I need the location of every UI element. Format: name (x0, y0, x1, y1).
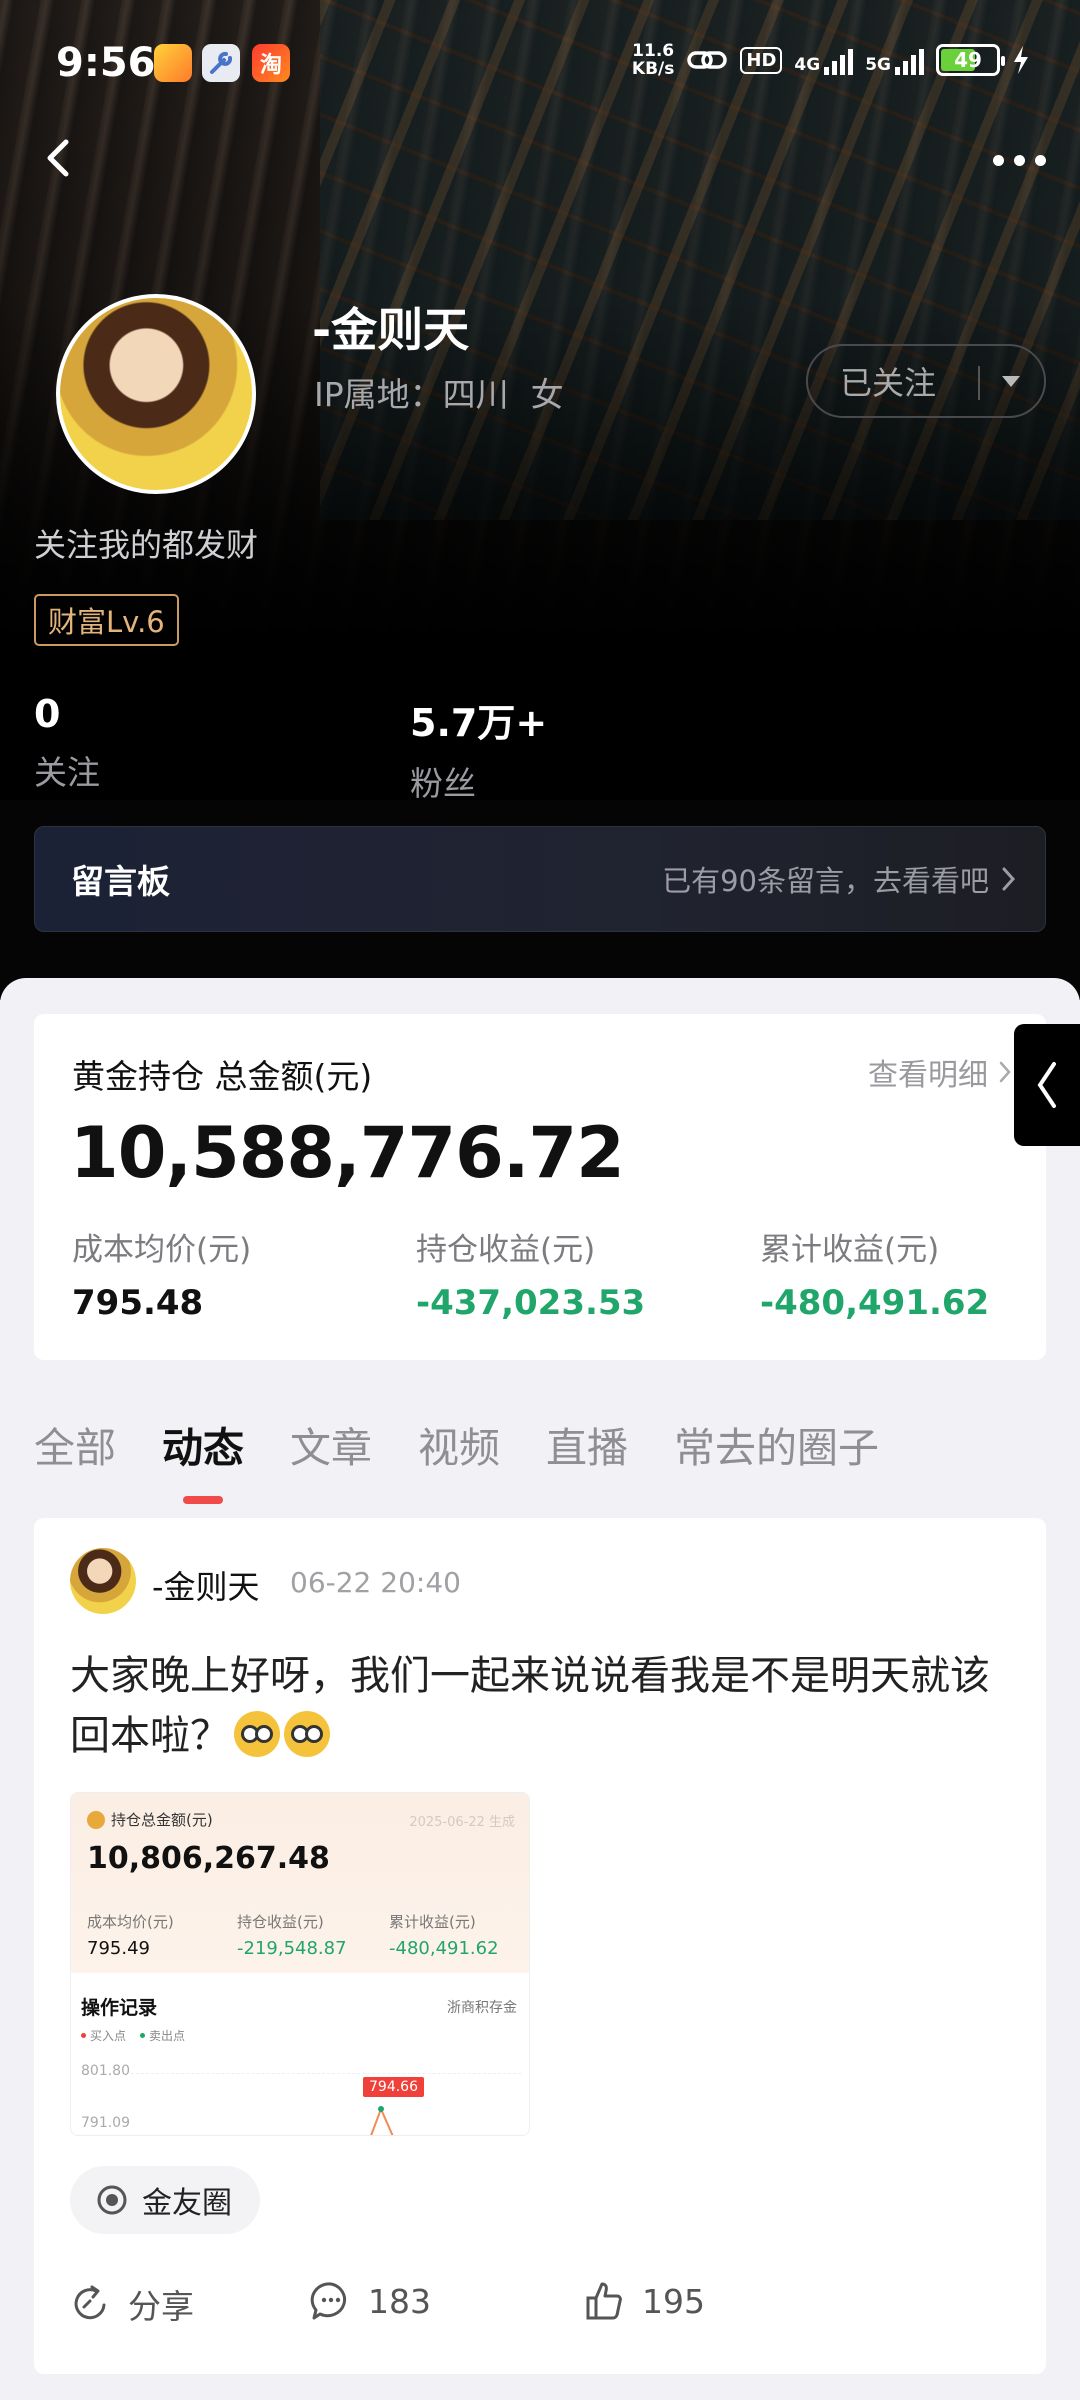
status-time: 9:56 (56, 40, 156, 86)
fans-label: 粉丝 (410, 764, 476, 803)
image-total-profit: -480,491.62 (389, 1938, 499, 1959)
message-board[interactable]: 留言板 已有90条留言，去看看吧 (34, 826, 1046, 932)
back-button[interactable] (36, 128, 84, 188)
signal-4g-icon: 4G (794, 45, 854, 75)
circle-tag-label: 金友圈 (142, 2186, 232, 2221)
chevron-right-icon (999, 1061, 1011, 1083)
holding-profit-value: -437,023.53 (416, 1283, 646, 1323)
tab-articles[interactable]: 文章 (290, 1414, 372, 1474)
circle-tag-button[interactable]: 金友圈 (70, 2166, 260, 2234)
share-icon (74, 2285, 106, 2320)
image-price-tag: 794.66 (363, 2077, 424, 2097)
dropdown-icon (1002, 376, 1020, 387)
image-avg-cost: 795.49 (87, 1938, 150, 1959)
share-button[interactable]: 分享 (70, 2280, 194, 2328)
total-profit-label: 累计收益(元) (760, 1232, 940, 1268)
more-options-button[interactable] (984, 140, 1054, 180)
post-text: 大家晚上好呀，我们一起来说说看我是不是明天就该回本啦？ (70, 1653, 990, 1759)
circle-target-icon (97, 2185, 127, 2215)
profile-meta: IP属地：四川 女 (314, 368, 564, 416)
post-image[interactable]: 持仓总金额(元) 2025-06-22 生成 10,806,267.48 成本均… (70, 1792, 530, 2136)
coin-icon (87, 1810, 105, 1829)
chevron-left-icon (1037, 1062, 1056, 1108)
hd-icon: HD (740, 46, 783, 74)
nerd-face-emoji-icon (234, 1711, 280, 1757)
taobao-app-icon: 淘 (252, 44, 290, 82)
fans-count: 5.7万+ (410, 701, 548, 745)
follow-button[interactable]: 已关注 (806, 344, 1046, 418)
gold-holdings-card: 黄金持仓 总金额(元) 查看明细 10,588,776.72 成本均价(元) 7… (34, 1014, 1046, 1360)
thumbs-up-icon (586, 2282, 622, 2320)
tab-posts[interactable]: 动态 (162, 1414, 244, 1504)
comment-button[interactable]: 183 (310, 2280, 431, 2322)
image-total: 10,806,267.48 (87, 1841, 330, 1876)
image-bank: 浙商积存金 (447, 2000, 517, 2016)
avatar[interactable] (56, 294, 256, 494)
following-count: 0 (34, 692, 61, 736)
tab-circles[interactable]: 常去的圈子 (674, 1414, 879, 1474)
view-detail-link[interactable]: 查看明细 (868, 1050, 1012, 1094)
back-arrow-icon (47, 139, 69, 177)
content-tabs: 全部 动态 文章 视频 直播 常去的圈子 (34, 1414, 879, 1504)
message-board-hint: 已有90条留言，去看看吧 (662, 864, 989, 898)
post-time: 06-22 20:40 (290, 1566, 461, 1599)
post-card[interactable]: -金则天 06-22 20:40 大家晚上好呀，我们一起来说说看我是不是明天就该… (34, 1518, 1046, 2374)
signal-5g-icon: 5G (865, 45, 924, 75)
status-bar: 9:56 淘 11.6 KB/s HD 4G 5G 49 (0, 0, 1080, 126)
post-actions: 分享 183 195 (70, 2280, 1010, 2330)
gold-title: 黄金持仓 总金额(元) (72, 1057, 373, 1096)
battery-icon: 49 (936, 44, 1005, 76)
ip-location: IP属地：四川 (314, 375, 509, 414)
holding-profit-label: 持仓收益(元) (416, 1232, 596, 1268)
fans-stat[interactable]: 5.7万+ 粉丝 (410, 692, 547, 805)
like-button[interactable]: 195 (584, 2280, 705, 2322)
image-ops-title: 操作记录 (81, 1997, 158, 2019)
comment-count: 183 (368, 2281, 431, 2321)
gender: 女 (530, 375, 564, 414)
post-author-avatar[interactable] (70, 1548, 136, 1614)
wealth-level-badge[interactable]: 财富Lv.6 (34, 594, 179, 646)
tab-videos[interactable]: 视频 (418, 1414, 500, 1474)
gold-total-amount: 10,588,776.72 (70, 1112, 625, 1194)
image-date: 2025-06-22 生成 (409, 1815, 515, 1830)
net-speed: 11.6 KB/s (631, 41, 675, 79)
tab-live[interactable]: 直播 (546, 1414, 628, 1474)
tab-all[interactable]: 全部 (34, 1414, 116, 1474)
image-holding-profit: -219,548.87 (237, 1938, 347, 1959)
link-icon (687, 51, 728, 69)
post-author-name[interactable]: -金则天 (152, 1562, 260, 1608)
follow-button-label: 已关注 (840, 364, 937, 402)
like-count: 195 (642, 2281, 705, 2321)
chevron-right-icon (1002, 867, 1016, 891)
profile-name: -金则天 (312, 303, 470, 357)
following-label: 关注 (34, 753, 100, 792)
game-app-icon (154, 44, 192, 82)
following-stat[interactable]: 0 关注 (34, 692, 100, 794)
nerd-face-emoji-icon (284, 1711, 330, 1757)
share-label: 分享 (128, 2287, 194, 2326)
total-profit-value: -480,491.62 (760, 1283, 990, 1323)
side-drawer-handle[interactable] (1014, 1024, 1080, 1146)
image-title: 持仓总金额(元) (111, 1811, 213, 1829)
tools-app-icon (202, 44, 240, 82)
avg-cost-value: 795.48 (72, 1283, 204, 1323)
comment-icon (310, 2282, 347, 2320)
avg-cost-label: 成本均价(元) (72, 1232, 252, 1268)
message-board-title: 留言板 (71, 862, 170, 901)
charging-bolt-icon (1014, 46, 1028, 74)
profile-bio: 关注我的都发财 (34, 526, 259, 564)
